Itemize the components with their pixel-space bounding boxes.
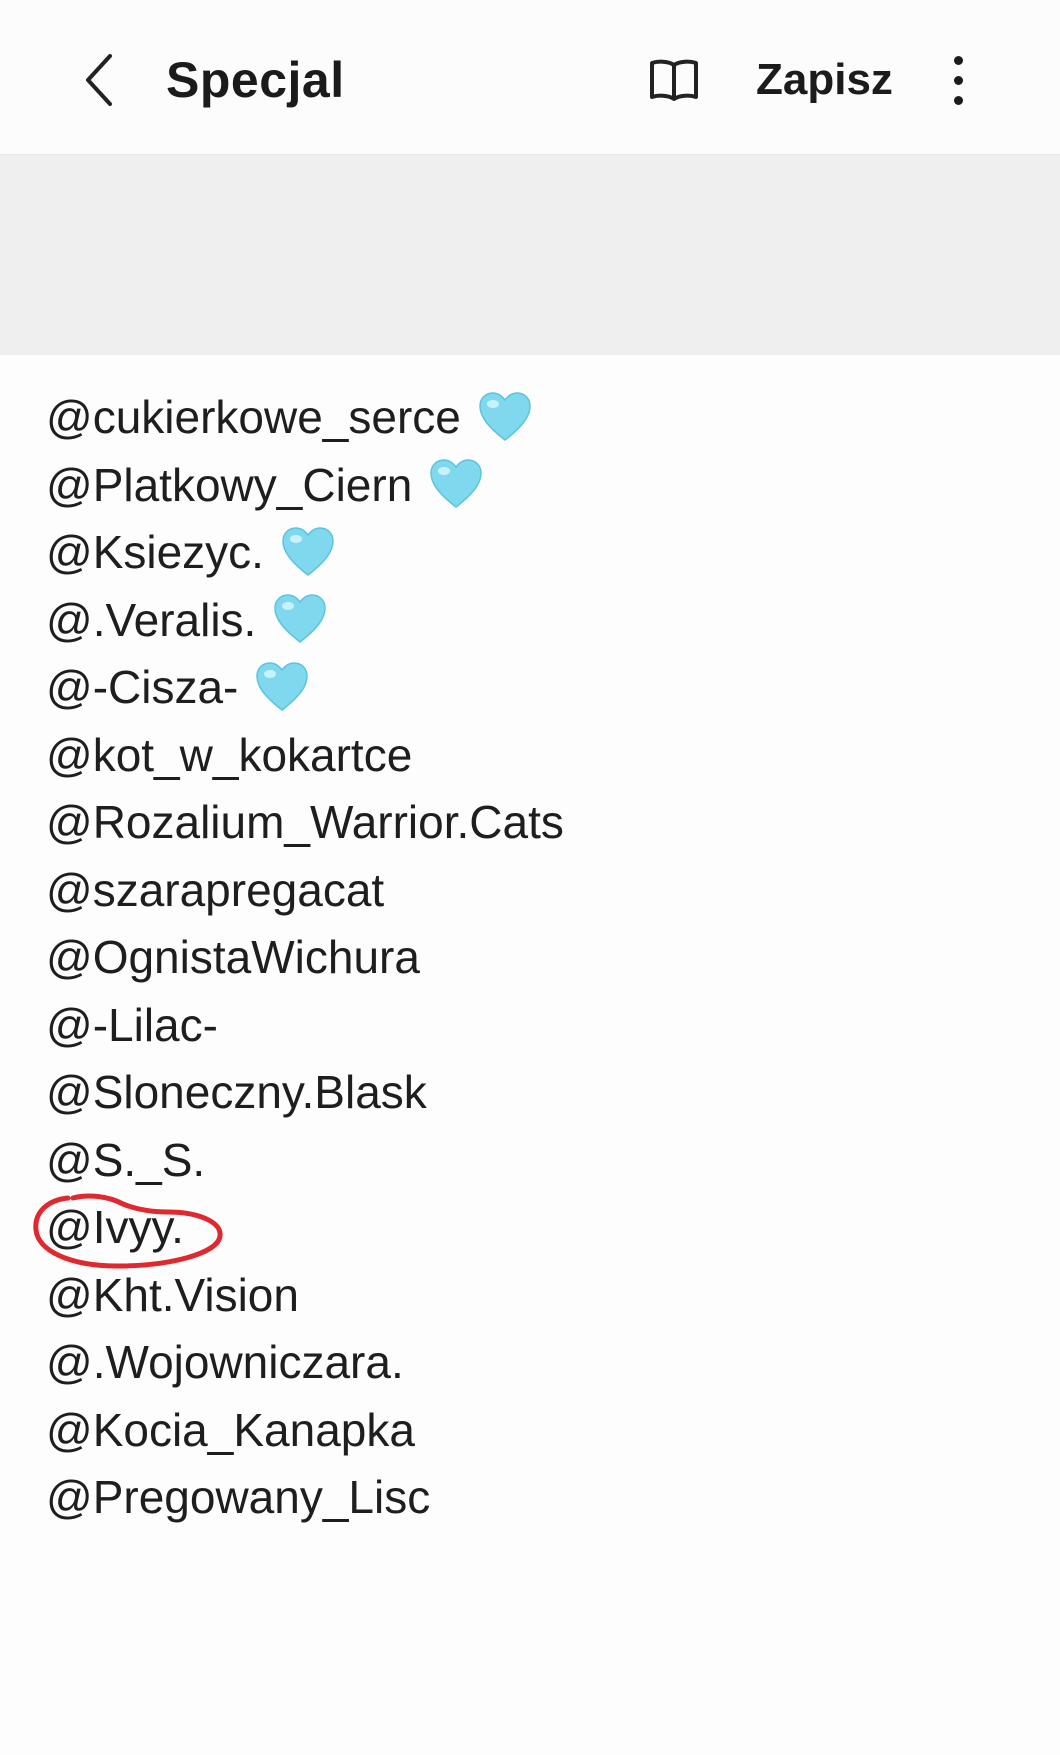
mention-text[interactable]: @.Veralis. — [46, 587, 256, 655]
mention-text[interactable]: @Kocia_Kanapka — [46, 1397, 415, 1465]
more-options-button[interactable] — [930, 46, 986, 114]
mention-text[interactable]: @OgnistaWichura — [46, 924, 420, 992]
save-button[interactable]: Zapisz — [756, 52, 893, 108]
mention-line: @Kocia_Kanapka — [46, 1397, 1026, 1465]
mention-line: @OgnistaWichura — [46, 924, 1026, 992]
mention-list: @cukierkowe_serce @Platkowy_Ciern @Ksiezyc… — [33, 384, 1026, 1532]
book-open-icon — [650, 59, 698, 101]
back-button[interactable] — [64, 44, 136, 116]
mention-text[interactable]: @Pregowany_Lisc — [46, 1464, 430, 1532]
light-blue-heart-icon — [479, 391, 531, 441]
mention-text[interactable]: @.Wojowniczara. — [46, 1329, 404, 1397]
mention-text[interactable]: @-Lilac- — [46, 992, 218, 1060]
mention-text[interactable]: @Rozalium_Warrior.Cats — [46, 789, 564, 857]
mention-line: @.Wojowniczara. — [46, 1329, 1026, 1397]
mention-line: @kot_w_kokartce — [46, 722, 1026, 790]
mention-text[interactable]: @szarapregacat — [46, 857, 384, 925]
light-blue-heart-icon — [274, 594, 327, 644]
mention-text[interactable]: @-Cisza- — [46, 654, 238, 722]
more-vertical-icon-dot — [953, 75, 963, 85]
mention-line: @Rozalium_Warrior.Cats — [46, 789, 1026, 857]
mention-text[interactable]: @Ivyy. — [46, 1194, 184, 1262]
light-blue-heart-icon — [282, 526, 334, 576]
mention-line: @Ivyy. — [33, 1193, 1026, 1269]
mention-line: @Platkowy_Ciern — [46, 452, 1026, 520]
light-blue-heart-icon — [430, 459, 483, 509]
banner-area — [0, 155, 1060, 355]
mention-line: @Kht.Vision — [46, 1262, 1026, 1330]
more-vertical-icon-dot — [953, 95, 963, 105]
more-vertical-icon — [953, 55, 963, 65]
mention-text[interactable]: @Sloneczny.Blask — [46, 1059, 427, 1127]
mention-line: @Ksiezyc. — [46, 519, 1026, 587]
mention-text[interactable]: @Kht.Vision — [46, 1262, 299, 1330]
mention-line: @cukierkowe_serce — [46, 384, 1026, 452]
mention-line: @.Veralis. — [46, 587, 1026, 655]
mention-text[interactable]: @S._S. — [46, 1127, 205, 1195]
mention-line: @Pregowany_Lisc — [46, 1464, 1026, 1532]
mention-line: @Sloneczny.Blask — [46, 1059, 1026, 1127]
mention-line: @S._S. — [46, 1127, 1026, 1195]
light-blue-heart-icon — [256, 661, 309, 711]
mention-line: @-Cisza- — [46, 654, 1026, 722]
mention-text[interactable]: @Platkowy_Ciern — [46, 452, 412, 520]
page-title: Specjal — [166, 52, 345, 108]
reader-mode-button[interactable] — [640, 48, 708, 112]
mention-text[interactable]: @cukierkowe_serce — [46, 384, 461, 452]
top-app-bar: Specjal Zapisz — [0, 0, 1060, 155]
mention-text[interactable]: @kot_w_kokartce — [46, 722, 412, 790]
mention-line: @szarapregacat — [46, 857, 1026, 925]
mention-line: @-Lilac- — [46, 992, 1026, 1060]
mention-text[interactable]: @Ksiezyc. — [46, 519, 264, 587]
chevron-left-icon — [86, 54, 112, 106]
